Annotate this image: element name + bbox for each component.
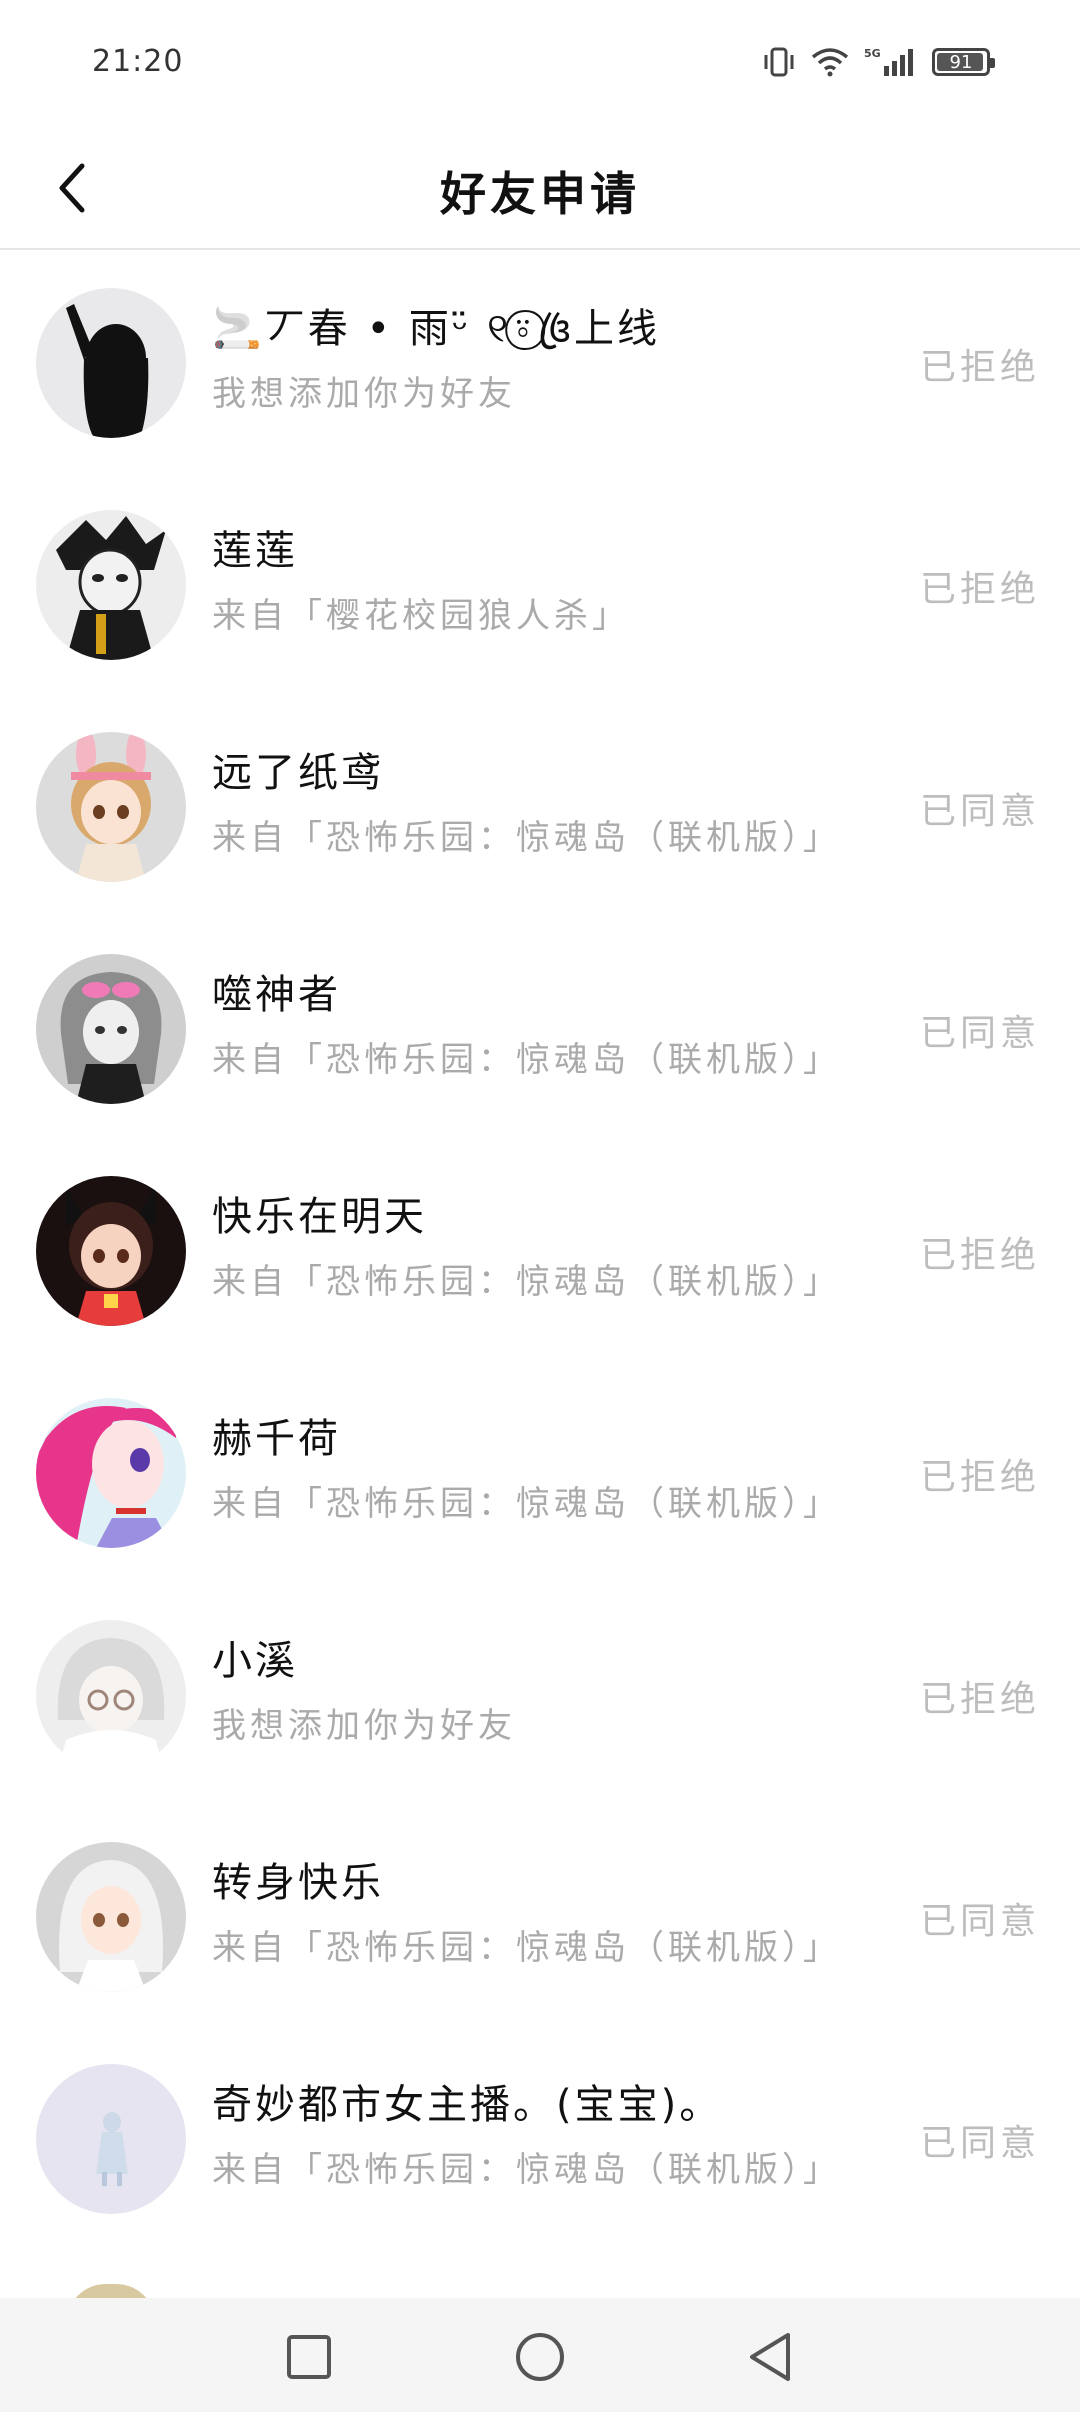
list-item[interactable]: 奇妙都市女主播。(宝宝)。 来自「恐怖乐园：惊魂岛（联机版）」 已同意 bbox=[0, 2026, 1080, 2248]
status-label: 已同意 bbox=[919, 2123, 1040, 2164]
avatar[interactable] bbox=[36, 1620, 186, 1770]
friend-request-list: 🚬丆春 • 雨ᵕ̈ ୧⍤⃝꧔ꦿ上线 我想添加你为好友 已拒绝 莲莲 来自「樱花校… bbox=[0, 250, 1080, 2248]
request-message: 我想添加你为好友 bbox=[212, 374, 516, 414]
request-name: 莲莲 bbox=[212, 528, 298, 574]
request-source: 来自「恐怖乐园：惊魂岛（联机版）」 bbox=[212, 1928, 841, 1968]
request-source: 来自「恐怖乐园：惊魂岛（联机版）」 bbox=[212, 1262, 841, 1302]
request-message: 我想添加你为好友 bbox=[212, 1706, 516, 1746]
battery-level: 91 bbox=[949, 51, 973, 73]
recent-apps-button[interactable] bbox=[274, 2322, 344, 2392]
svg-text:5G: 5G bbox=[864, 47, 881, 60]
status-label: 已同意 bbox=[919, 791, 1040, 832]
request-name: 远了纸鸢 bbox=[212, 750, 384, 796]
status-label: 已同意 bbox=[919, 1901, 1040, 1942]
avatar[interactable] bbox=[36, 954, 186, 1104]
battery-icon: 91 bbox=[932, 48, 995, 76]
avatar[interactable] bbox=[36, 1398, 186, 1548]
avatar[interactable] bbox=[36, 510, 186, 660]
circle-icon bbox=[516, 2333, 564, 2381]
status-label: 已拒绝 bbox=[919, 1457, 1040, 1498]
avatar[interactable] bbox=[36, 2064, 186, 2214]
avatar[interactable] bbox=[36, 732, 186, 882]
avatar[interactable] bbox=[36, 288, 186, 438]
system-nav-bar bbox=[0, 2298, 1080, 2412]
request-name: 快乐在明天 bbox=[212, 1194, 427, 1240]
wifi-icon bbox=[810, 46, 850, 78]
vibrate-icon bbox=[762, 46, 796, 78]
signal-5g-icon: 5G bbox=[864, 46, 918, 78]
avatar[interactable] bbox=[36, 1842, 186, 1992]
app-header: 好友申请 bbox=[0, 130, 1080, 250]
list-item[interactable]: 小溪 我想添加你为好友 已拒绝 bbox=[0, 1582, 1080, 1804]
list-item[interactable]: 噬神者 来自「恐怖乐园：惊魂岛（联机版）」 已同意 bbox=[0, 916, 1080, 1138]
friend-requests-screen: 21:20 5G 91 好友申请 🚬丆春 • 雨ᵕ̈ ୧⍤⃝꧔ꦿ上线 我想添加你… bbox=[0, 0, 1080, 2412]
status-label: 已同意 bbox=[919, 1013, 1040, 1054]
list-item[interactable]: 转身快乐 来自「恐怖乐园：惊魂岛（联机版）」 已同意 bbox=[0, 1804, 1080, 2026]
avatar[interactable] bbox=[36, 1176, 186, 1326]
status-bar: 21:20 5G 91 bbox=[0, 0, 1080, 130]
request-source: 来自「恐怖乐园：惊魂岛（联机版）」 bbox=[212, 2150, 841, 2190]
triangle-back-icon bbox=[750, 2333, 790, 2381]
list-item[interactable]: 莲莲 来自「樱花校园狼人杀」 已拒绝 bbox=[0, 472, 1080, 694]
square-icon bbox=[287, 2335, 331, 2379]
status-label: 已拒绝 bbox=[919, 569, 1040, 610]
request-name: 赫千荷 bbox=[212, 1416, 341, 1462]
status-time: 21:20 bbox=[92, 44, 184, 79]
list-item[interactable]: 快乐在明天 来自「恐怖乐园：惊魂岛（联机版）」 已拒绝 bbox=[0, 1138, 1080, 1360]
request-name: 转身快乐 bbox=[212, 1860, 384, 1906]
request-source: 来自「恐怖乐园：惊魂岛（联机版）」 bbox=[212, 818, 841, 858]
home-button[interactable] bbox=[505, 2322, 575, 2392]
list-item[interactable]: 赫千荷 来自「恐怖乐园：惊魂岛（联机版）」 已拒绝 bbox=[0, 1360, 1080, 1582]
request-source: 来自「樱花校园狼人杀」 bbox=[212, 596, 630, 636]
request-source: 来自「恐怖乐园：惊魂岛（联机版）」 bbox=[212, 1484, 841, 1524]
status-label: 已拒绝 bbox=[919, 1679, 1040, 1720]
status-icons: 5G 91 bbox=[762, 46, 995, 78]
system-back-button[interactable] bbox=[735, 2322, 805, 2392]
page-title: 好友申请 bbox=[440, 167, 640, 221]
list-item[interactable]: 🚬丆春 • 雨ᵕ̈ ୧⍤⃝꧔ꦿ上线 我想添加你为好友 已拒绝 bbox=[0, 250, 1080, 472]
status-label: 已拒绝 bbox=[919, 347, 1040, 388]
request-name: 小溪 bbox=[212, 1638, 298, 1684]
list-item[interactable]: 远了纸鸢 来自「恐怖乐园：惊魂岛（联机版）」 已同意 bbox=[0, 694, 1080, 916]
request-name: 噬神者 bbox=[212, 972, 341, 1018]
status-label: 已拒绝 bbox=[919, 1235, 1040, 1276]
request-name: 奇妙都市女主播。(宝宝)。 bbox=[212, 2082, 723, 2128]
request-source: 来自「恐怖乐园：惊魂岛（联机版）」 bbox=[212, 1040, 841, 1080]
